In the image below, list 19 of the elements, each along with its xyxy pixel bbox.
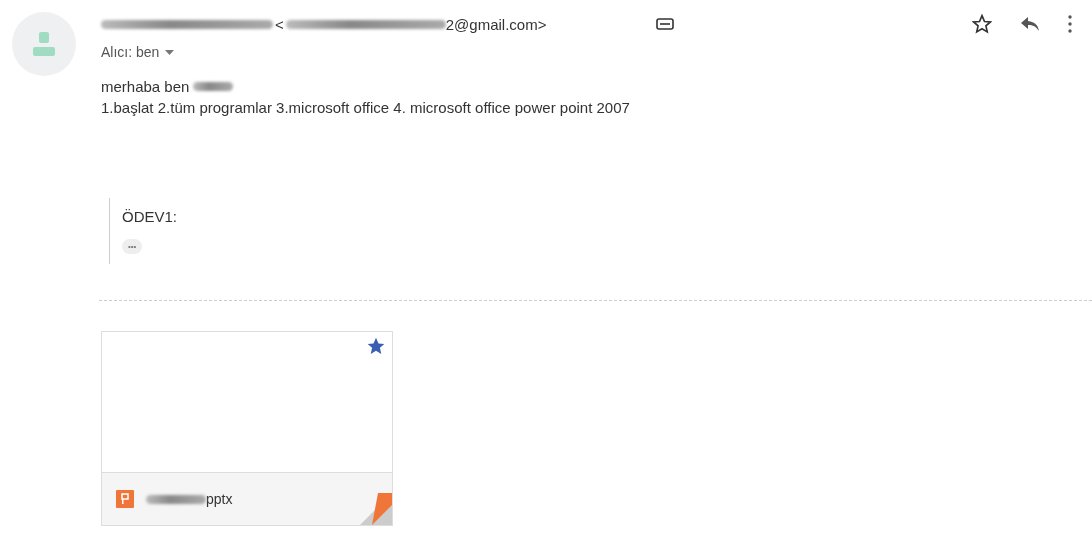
- redaction-bar: [146, 494, 206, 504]
- show-trimmed-button[interactable]: •••: [122, 239, 143, 254]
- slides-file-icon: [116, 490, 134, 508]
- person-icon: [33, 32, 55, 56]
- sender-email: <: [275, 15, 284, 33]
- page-corner-icon: [360, 493, 392, 525]
- star-icon[interactable]: [972, 14, 992, 34]
- attachment-card[interactable]: pptx: [101, 331, 393, 526]
- quote-title: ÖDEV1:: [122, 208, 178, 225]
- attachment-icon: [656, 18, 675, 30]
- more-icon[interactable]: [1068, 15, 1072, 33]
- sender-email: 2@gmail.com>: [445, 15, 547, 33]
- recipient-label[interactable]: Alıcı: ben: [101, 44, 160, 60]
- body-text: 1.başlat 2.tüm programlar 3.microsoft office 4. microsoft office power point 2007: [101, 99, 631, 116]
- greeting-text: merhaba ben: [101, 78, 190, 95]
- redaction-bar: [193, 82, 234, 91]
- file-name: pptx: [206, 491, 233, 507]
- reply-icon[interactable]: [1020, 16, 1040, 32]
- caret-icon[interactable]: [165, 49, 175, 55]
